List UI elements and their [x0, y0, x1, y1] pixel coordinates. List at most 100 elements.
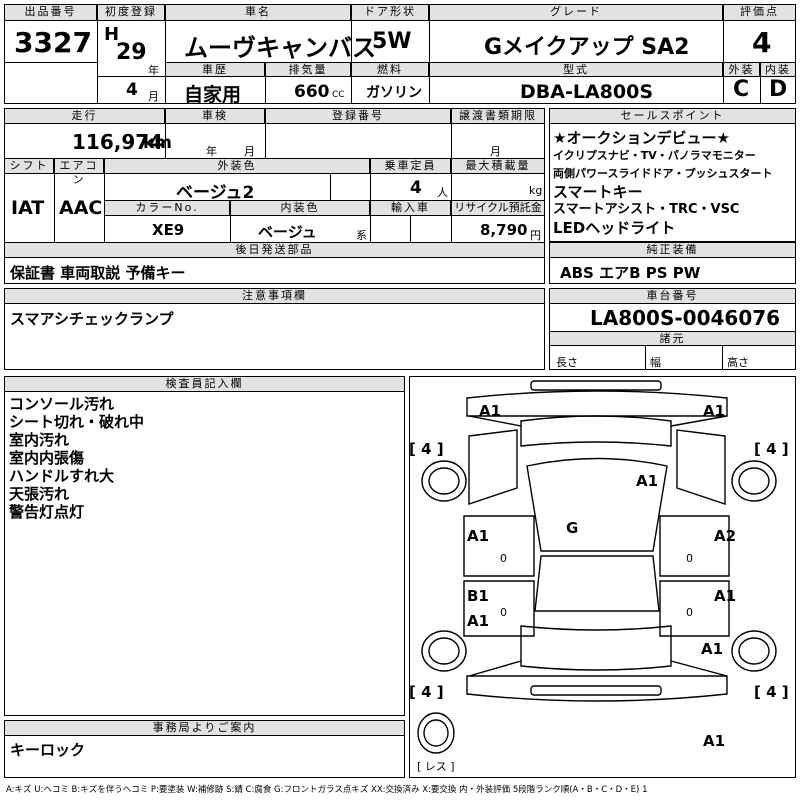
month-unit: 月	[148, 90, 159, 103]
import-header: 輸入車	[370, 200, 451, 216]
inspector-note: 室内汚れ	[9, 431, 70, 449]
damage-mark: A1	[703, 402, 725, 420]
length-label: 長さ	[556, 356, 578, 369]
history-value: 自家用	[184, 84, 242, 106]
inspector-note: シート切れ・破れ中	[9, 413, 145, 431]
zero-mark: 0	[500, 606, 507, 619]
inspector-header: 検査員記入欄	[4, 376, 405, 392]
interior-color-header: 内装色	[230, 200, 370, 216]
kg-unit: kg	[529, 184, 543, 197]
interior-color-value: ベージュ	[258, 223, 317, 241]
damage-mark: A1	[636, 472, 658, 490]
door-header: ドア形状	[351, 4, 429, 21]
notes-value: スマアシチェックランプ	[10, 310, 174, 328]
sales-point: イクリプスナビ・TV・パノラマモニター	[553, 149, 756, 162]
inspection-header: 車検	[165, 108, 265, 124]
damage-mark: A2	[714, 527, 736, 545]
color-no-value: XE9	[152, 221, 185, 239]
inspector-note: コンソール汚れ	[9, 395, 115, 413]
capacity-header: 乗車定員	[370, 158, 451, 174]
sales-points-header: セールスポイント	[549, 108, 796, 124]
damage-mark: A1	[714, 587, 736, 605]
system-unit: 系	[356, 229, 367, 242]
car-name: ムーヴキャンバス	[184, 34, 376, 62]
max-load-header: 最大積載量	[451, 158, 545, 174]
color-header: 外装色	[104, 158, 370, 174]
tire-depth-left-rear: [ 4 ]	[409, 683, 444, 701]
grade-value: Gメイクアップ SA2	[484, 35, 690, 60]
zero-mark: 0	[500, 552, 507, 565]
sales-point: スマートアシスト・TRC・VSC	[553, 202, 740, 217]
ac-header: エアコン	[54, 158, 104, 186]
door-value: 5W	[372, 29, 412, 54]
damage-mark: G	[566, 519, 578, 537]
ac-value: AAC	[59, 197, 103, 219]
office-note: キーロック	[10, 741, 86, 759]
damage-mark: B1	[467, 587, 489, 605]
sales-point: LEDヘッドライト	[553, 219, 676, 237]
int-grade: D	[769, 77, 788, 102]
recycle-header: リサイクル預託金	[451, 200, 545, 216]
shift-value: IAT	[11, 197, 45, 219]
history-header: 車歴	[165, 62, 265, 77]
lot-no: 3327	[14, 26, 92, 59]
zero-mark: 0	[686, 606, 693, 619]
chassis-no-header: 車台番号	[549, 288, 796, 304]
model-value: DBA-LA800S	[520, 81, 653, 103]
office-header: 事務局よりご案内	[4, 720, 405, 736]
score-value: 4	[752, 26, 772, 59]
damage-mark: A1	[701, 640, 723, 658]
spare-tire-label: [ レス ]	[417, 760, 455, 773]
damage-mark: A1	[467, 612, 489, 630]
chassis-no-value: LA800S-0046076	[590, 306, 781, 330]
inspector-note: ハンドルすれ大	[9, 467, 115, 485]
transfer-header: 譲渡書類期限	[451, 108, 545, 124]
inspector-note: 天張汚れ	[9, 485, 70, 503]
height-label: 高さ	[727, 356, 749, 369]
inspector-note: 警告灯点灯	[9, 503, 85, 521]
displacement-header: 排気量	[265, 62, 351, 77]
tire-depth-right-front: [ 4 ]	[754, 440, 789, 458]
notes-header: 注意事項欄	[4, 288, 545, 304]
reg-no-header: 登録番号	[265, 108, 451, 124]
car-name-header: 車名	[165, 4, 351, 21]
month-value: 4	[126, 80, 138, 100]
sales-point: ★オークションデビュー★	[553, 129, 730, 147]
person-unit: 人	[437, 186, 448, 199]
tire-depth-right-rear: [ 4 ]	[754, 683, 789, 701]
lot-no-header: 出品番号	[4, 4, 97, 21]
specs-header: 諸元	[549, 331, 796, 346]
km-unit: km	[143, 133, 173, 153]
first-reg-header: 初度登録	[97, 4, 165, 21]
cc-unit: CC	[332, 90, 345, 100]
inspection-month-unit: 月	[244, 145, 255, 158]
mileage-header: 走行	[4, 108, 165, 124]
ext-header: 外装	[723, 62, 760, 77]
tire-depth-left-front: [ 4 ]	[409, 440, 444, 458]
later-parts-header: 後日発送部品	[4, 242, 545, 258]
genuine-equip-header: 純正装備	[549, 242, 796, 258]
sales-point: スマートキー	[553, 183, 643, 201]
int-header: 内装	[760, 62, 796, 77]
damage-mark: A1	[467, 527, 489, 545]
sales-points-list: ★オークションデビュー★ イクリプスナビ・TV・パノラマモニター 両側パワースラ…	[553, 129, 772, 237]
genuine-equip-value: ABS エアB PS PW	[560, 264, 701, 282]
sales-point: 両側パワースライドドア・プッシュスタート	[553, 167, 773, 180]
legend: A:キズ U:ヘコミ B:キズを伴うヘコミ P:要塗装 W:補修跡 S:錆 C:…	[6, 785, 648, 795]
car-diagram: A1 A1 A1 G A1 A2 B1 A1 A1 A1 A1 [ 4 ] [ …	[409, 380, 789, 773]
color-no-header: カラーNo.	[104, 200, 230, 216]
width-label: 幅	[650, 356, 661, 369]
inspector-notes-list: コンソール汚れ シート切れ・破れ中 室内汚れ 室内内張傷 ハンドルすれ大 天張汚…	[9, 395, 144, 521]
score-header: 評価点	[723, 4, 796, 21]
model-header: 型式	[429, 62, 723, 77]
inspector-note: 室内内張傷	[9, 449, 85, 467]
car-outline	[417, 380, 777, 754]
ext-grade: C	[733, 77, 750, 102]
inspection-year-unit: 年	[206, 145, 217, 158]
damage-mark: A1	[479, 402, 501, 420]
yen-unit: 円	[530, 229, 541, 242]
shift-header: シフト	[4, 158, 54, 174]
transfer-month-unit: 月	[490, 145, 501, 158]
grade-header: グレード	[429, 4, 723, 21]
capacity-value: 4	[410, 178, 422, 198]
